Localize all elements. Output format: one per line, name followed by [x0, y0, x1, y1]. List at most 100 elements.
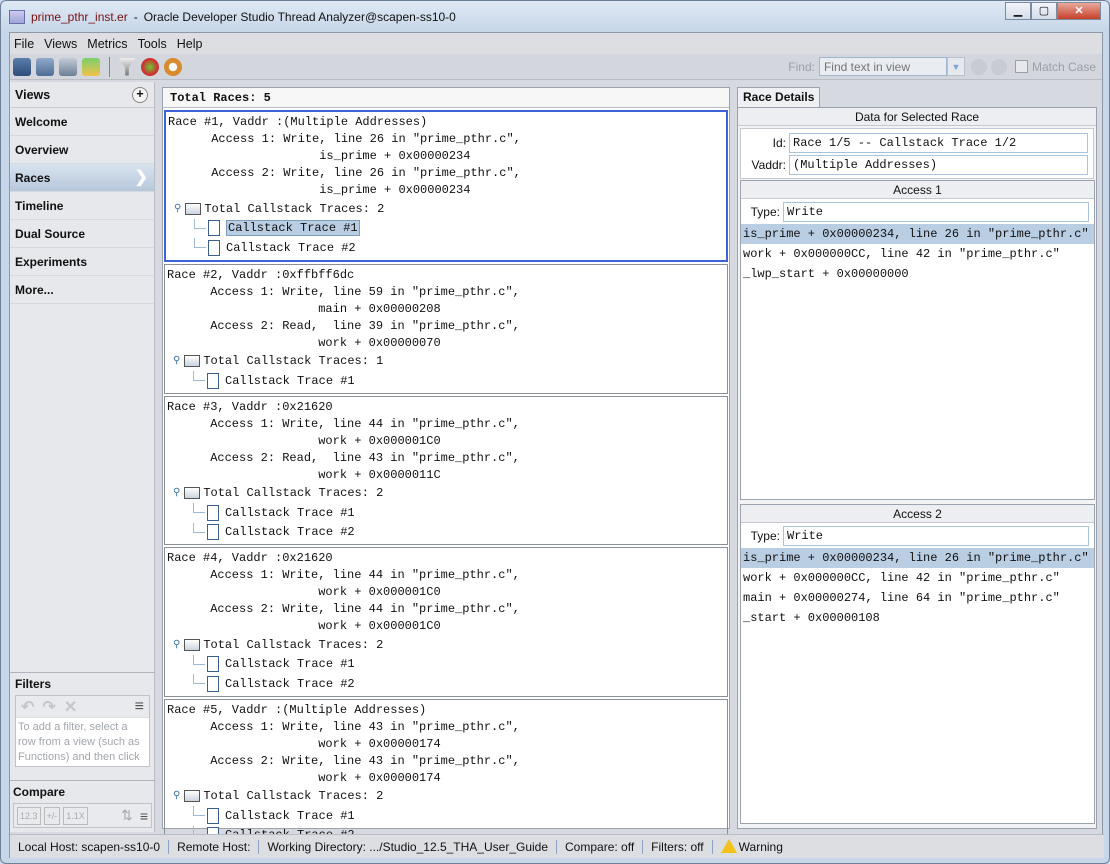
minimize-button[interactable]: ▁: [1005, 2, 1031, 20]
profile-application-icon[interactable]: [82, 57, 100, 76]
tree-line: [193, 522, 205, 533]
race-item[interactable]: Race #2, Vaddr :0xffbff6dc Access 1: Wri…: [164, 263, 728, 394]
callstack-traces-node[interactable]: ⚲ Total Callstack Traces: 2: [167, 484, 725, 504]
warning-icon: [720, 839, 737, 853]
callstack-frame[interactable]: is_prime + 0x00000234, line 26 in "prime…: [741, 548, 1094, 568]
close-button[interactable]: ✕: [1057, 2, 1101, 20]
race-access-line: main + 0x00000208: [167, 301, 441, 316]
race-access-line: Access 2: Write, line 26 in "prime_pthr.…: [168, 166, 521, 180]
callstack-trace-item[interactable]: Callstack Trace #1: [167, 806, 725, 826]
access-2-type-field[interactable]: Write: [783, 525, 1089, 546]
document-icon: [207, 372, 219, 389]
race-item[interactable]: Race #3, Vaddr :0x21620 Access 1: Write,…: [164, 395, 728, 545]
callstack-frame[interactable]: main + 0x00000274, line 64 in "prime_pth…: [741, 588, 1094, 608]
callstack-trace-item[interactable]: Callstack Trace #2: [167, 674, 725, 694]
folder-icon: [184, 638, 201, 651]
vaddr-field[interactable]: (Multiple Addresses): [789, 154, 1088, 175]
filter-menu-icon[interactable]: ≡: [135, 698, 144, 716]
sidebar-item-experiments[interactable]: Experiments: [10, 248, 154, 276]
settings-gear-icon[interactable]: [164, 57, 182, 76]
compare-menu-icon[interactable]: ≡: [140, 808, 148, 824]
find-input[interactable]: [818, 57, 947, 76]
menu-views[interactable]: Views: [44, 37, 77, 51]
menu-file[interactable]: File: [14, 37, 34, 51]
sidebar-item-more[interactable]: More...: [10, 276, 154, 304]
callstack-trace-item[interactable]: Callstack Trace #1: [168, 218, 724, 239]
sidebar-item-overview[interactable]: Overview: [10, 136, 154, 164]
race-item[interactable]: Race #1, Vaddr :(Multiple Addresses) Acc…: [164, 110, 728, 262]
compare-experiments-icon[interactable]: [59, 57, 77, 76]
sidebar-item-dual-source[interactable]: Dual Source: [10, 220, 154, 248]
add-view-button[interactable]: +: [132, 86, 148, 103]
callstack-trace-item[interactable]: Callstack Trace #1: [167, 503, 725, 523]
maximize-button[interactable]: ▢: [1031, 2, 1057, 20]
compare-absolute-button[interactable]: 12.3: [17, 806, 41, 825]
sidebar-item-timeline[interactable]: Timeline: [10, 192, 154, 220]
access-2-type-label: Type:: [750, 528, 780, 543]
access-2-callstack: is_prime + 0x00000234, line 26 in "prime…: [741, 548, 1094, 628]
document-icon: [208, 220, 220, 237]
title-bar: prime_pthr_inst.er - Oracle Developer St…: [9, 7, 456, 27]
filter-icon[interactable]: [118, 57, 136, 76]
menu-help[interactable]: Help: [177, 37, 203, 51]
callstack-frame[interactable]: _lwp_start + 0x00000000: [741, 264, 1094, 284]
tree-line: [194, 218, 206, 229]
callstack-traces-node[interactable]: ⚲ Total Callstack Traces: 2: [168, 199, 724, 219]
menu-tools[interactable]: Tools: [138, 37, 167, 51]
access-2-title: Access 2: [741, 505, 1094, 523]
tab-race-details[interactable]: Race Details: [737, 87, 821, 107]
callstack-trace-item[interactable]: Callstack Trace #2: [168, 238, 724, 258]
remote-host-status: Remote Host:: [169, 839, 260, 854]
id-field[interactable]: Race 1/5 -- Callstack Trace 1/2: [789, 132, 1088, 153]
tree-expand-handle-icon[interactable]: ⚲: [173, 639, 180, 651]
find-previous-icon[interactable]: [970, 58, 987, 75]
folder-icon: [184, 790, 201, 803]
warning-status[interactable]: Warning: [713, 839, 791, 854]
status-bar: Local Host: scapen-ss10-0 Remote Host: W…: [10, 834, 1104, 858]
callstack-traces-node[interactable]: ⚲ Total Callstack Traces: 2: [167, 787, 725, 807]
callstack-traces-node[interactable]: ⚲ Total Callstack Traces: 2: [167, 635, 725, 655]
callstack-frame[interactable]: _start + 0x00000108: [741, 608, 1094, 628]
open-experiment-icon[interactable]: [36, 57, 54, 76]
race-header: Race #4, Vaddr :0x21620: [167, 551, 333, 565]
find-next-icon[interactable]: [990, 58, 1007, 75]
undo-icon[interactable]: ↶: [21, 697, 34, 717]
callstack-traces-node[interactable]: ⚲ Total Callstack Traces: 1: [167, 352, 725, 372]
compare-ratio-button[interactable]: 1.1X: [63, 806, 88, 825]
id-label: Id:: [772, 135, 786, 150]
folder-icon: [185, 202, 202, 215]
tree-expand-handle-icon[interactable]: ⚲: [174, 203, 181, 215]
race-item[interactable]: Race #4, Vaddr :0x21620 Access 1: Write,…: [164, 547, 728, 697]
function-view-icon[interactable]: [141, 57, 159, 76]
tree-expand-handle-icon[interactable]: ⚲: [173, 487, 180, 499]
sidebar-item-welcome[interactable]: Welcome: [10, 108, 154, 136]
sort-icon[interactable]: ⇅: [121, 807, 133, 824]
tree-expand-handle-icon[interactable]: ⚲: [173, 790, 180, 802]
chevron-right-icon: ❯: [134, 169, 148, 186]
callstack-trace-label: Callstack Trace #2: [226, 240, 356, 255]
find-history-dropdown[interactable]: ▼: [946, 57, 965, 76]
callstack-trace-label: Callstack Trace #2: [225, 525, 355, 540]
folder-icon: [184, 487, 201, 500]
callstack-trace-item[interactable]: Callstack Trace #2: [167, 522, 725, 543]
tree-expand-handle-icon[interactable]: ⚲: [173, 355, 180, 367]
save-experiment-icon[interactable]: [13, 57, 31, 76]
menu-metrics[interactable]: Metrics: [87, 37, 127, 51]
callstack-trace-item[interactable]: Callstack Trace #1: [167, 371, 725, 391]
callstack-trace-item[interactable]: Callstack Trace #1: [167, 654, 725, 675]
compare-delta-button[interactable]: +/-: [43, 806, 61, 825]
match-case-checkbox[interactable]: [1014, 60, 1028, 73]
access-1-type-field[interactable]: Write: [783, 201, 1089, 222]
clear-filter-icon[interactable]: ✕: [64, 697, 77, 717]
redo-icon[interactable]: ↷: [42, 697, 55, 717]
callstack-frame[interactable]: work + 0x000000CC, line 42 in "prime_pth…: [741, 244, 1094, 264]
compare-status: Compare: off: [557, 839, 644, 854]
race-item[interactable]: Race #5, Vaddr :(Multiple Addresses) Acc…: [164, 698, 728, 848]
access-1-type-label: Type:: [750, 204, 780, 219]
sidebar-item-races[interactable]: Races ❯: [10, 164, 154, 192]
access-1-title: Access 1: [741, 181, 1094, 199]
race-access-line: Access 2: Read, line 39 in "prime_pthr.c…: [167, 318, 520, 333]
callstack-frame[interactable]: work + 0x000000CC, line 42 in "prime_pth…: [741, 568, 1094, 588]
callstack-frame[interactable]: is_prime + 0x00000234, line 26 in "prime…: [741, 224, 1094, 244]
race-access-line: work + 0x0000011C: [167, 467, 441, 482]
